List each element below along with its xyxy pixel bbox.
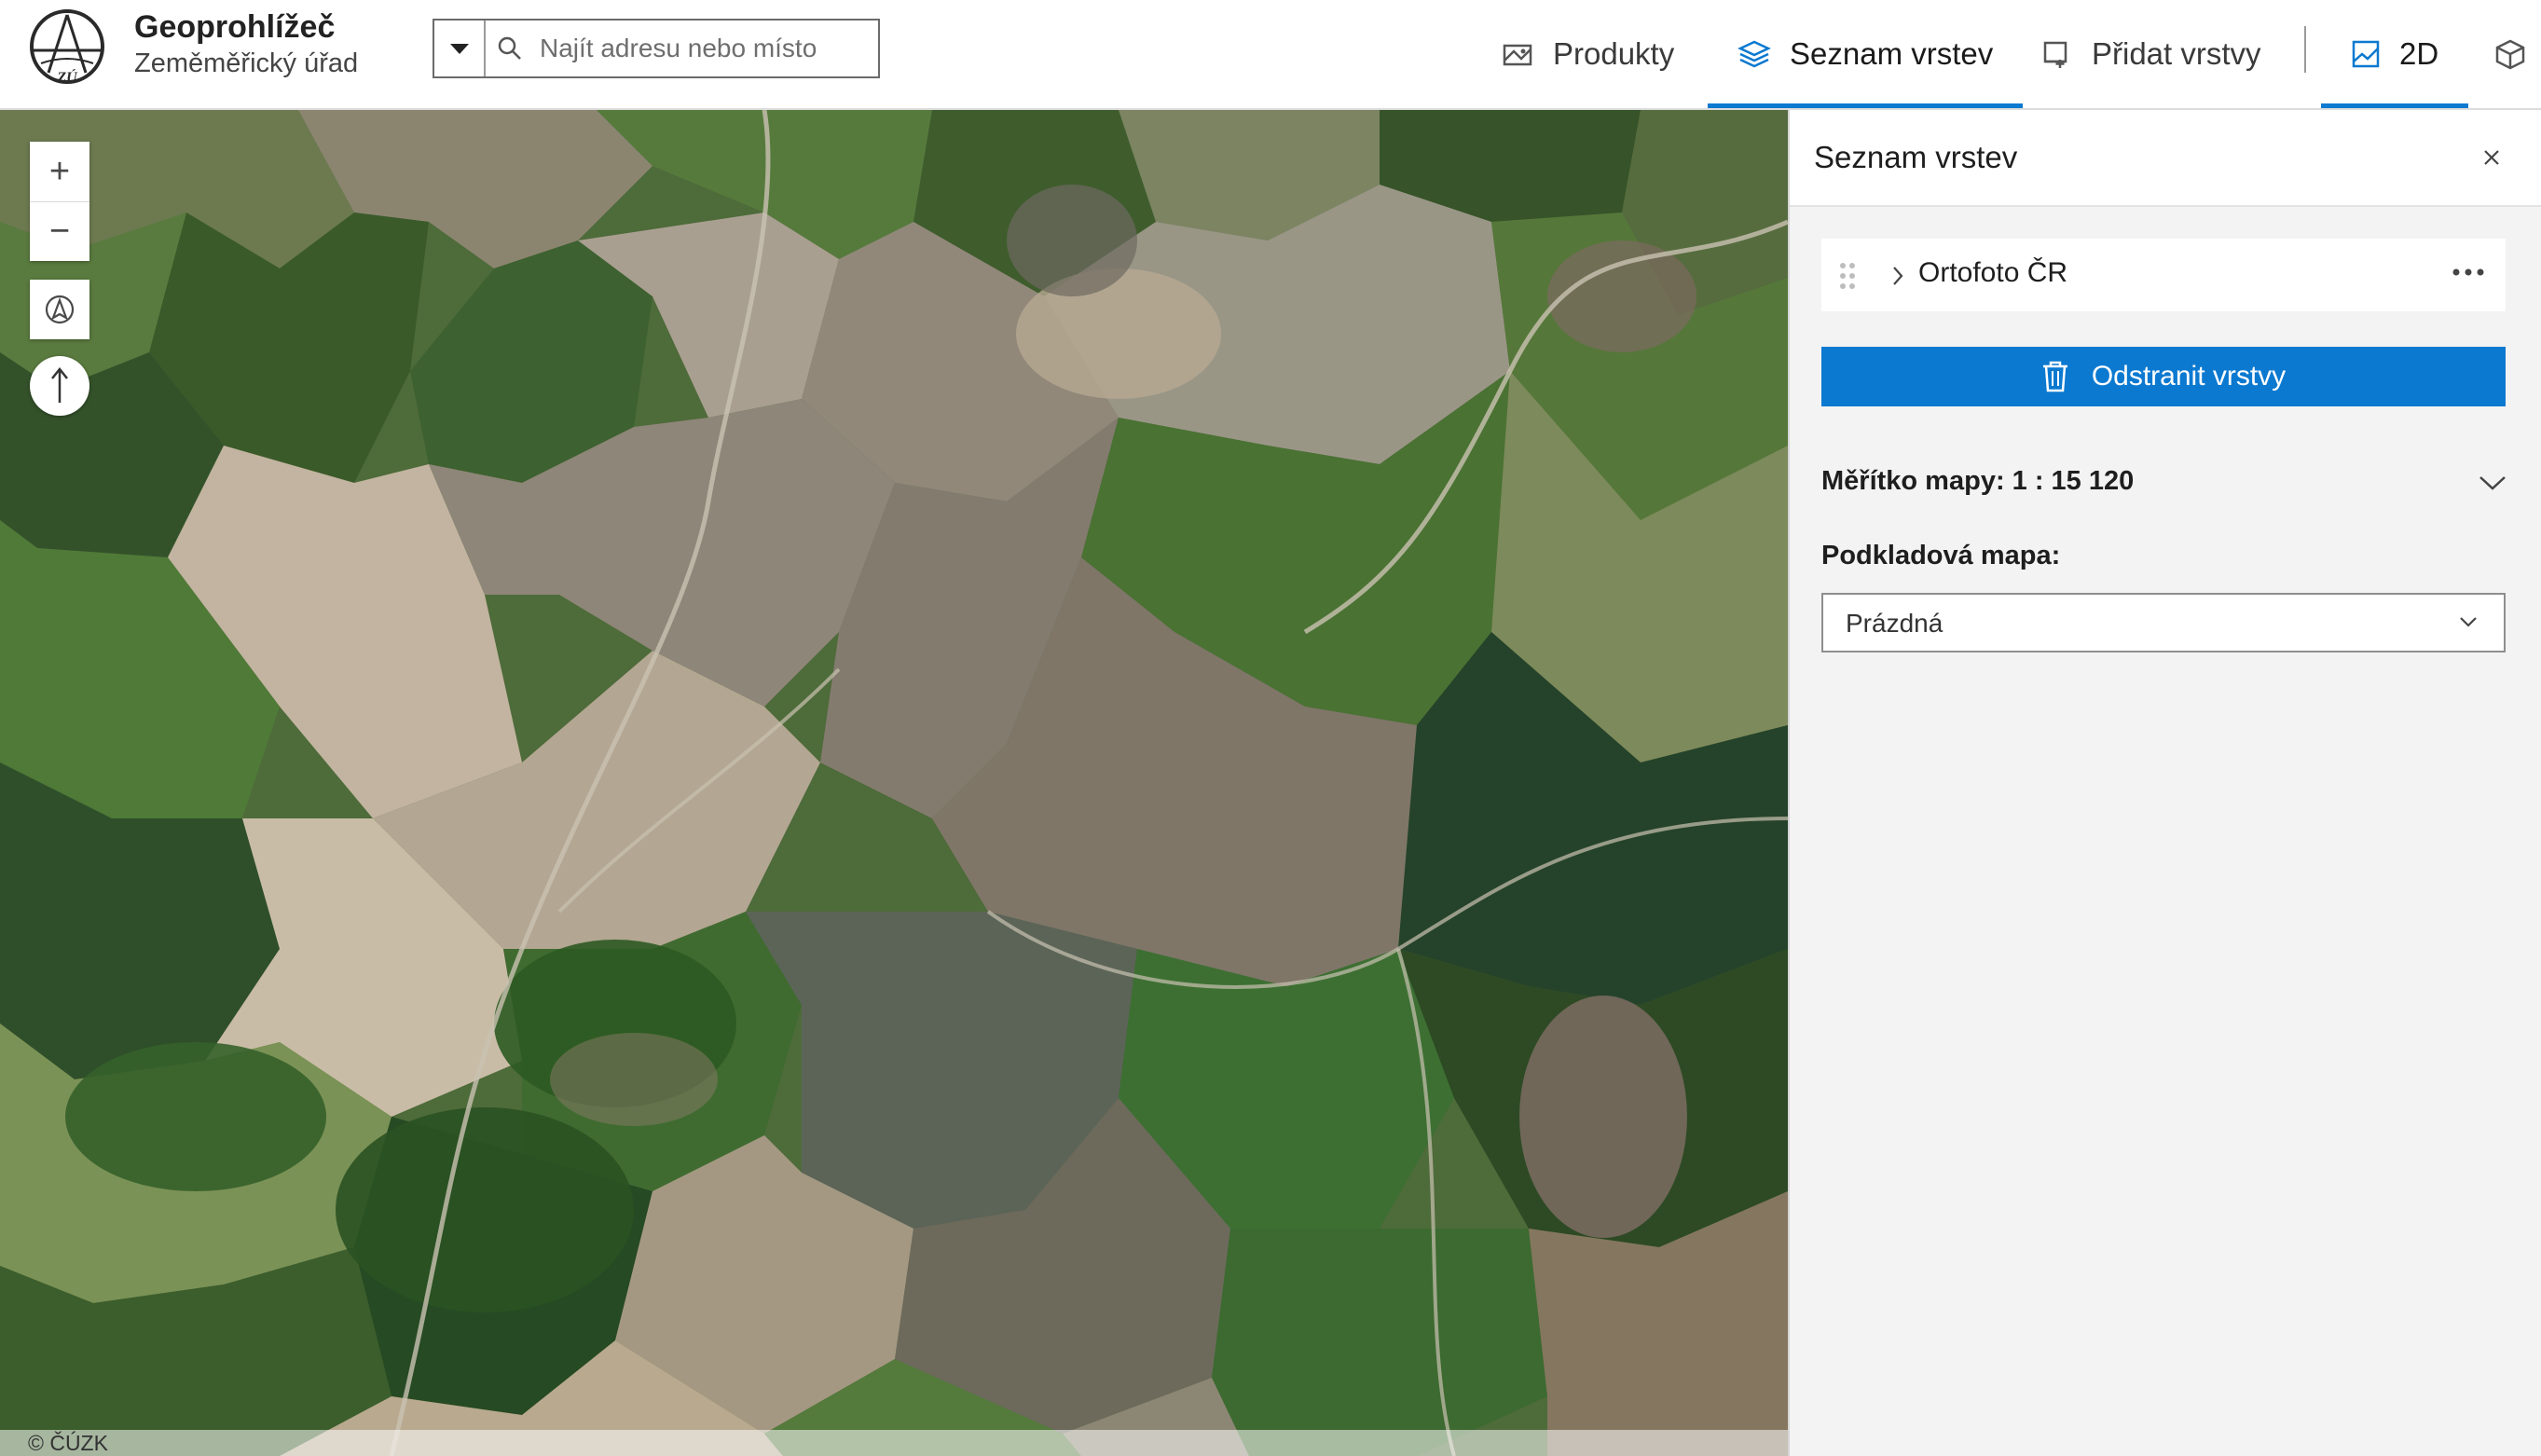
remove-layers-label: Odstranit vrstvy	[2091, 361, 2287, 391]
navigation-icon	[45, 295, 75, 324]
chevron-down-icon	[2459, 615, 2478, 633]
chevron-right-icon[interactable]	[1890, 265, 1905, 292]
nav-3d-toggle[interactable]	[2494, 0, 2541, 108]
nav-label: Seznam vrstev	[1790, 36, 1994, 71]
nav-divider	[2304, 26, 2306, 73]
search-source-dropdown[interactable]	[434, 21, 487, 76]
nav-produkty[interactable]: Produkty	[1503, 0, 1674, 108]
map-icon	[1503, 40, 1534, 68]
layer-item-ortofoto[interactable]: Ortofoto ČR	[1821, 239, 2506, 311]
layer-list-panel: Seznam vrstev Ortofoto ČR Odstranit vrst…	[1788, 110, 2541, 1456]
add-layer-icon	[2041, 39, 2073, 69]
close-icon[interactable]	[2476, 142, 2507, 173]
nav-label: Přidat vrstvy	[2092, 36, 2261, 71]
zoom-controls: + −	[30, 142, 89, 261]
svg-text:ZÚ: ZÚ	[56, 68, 78, 86]
drag-handle-icon[interactable]	[1838, 261, 1857, 295]
map-2d-icon	[2351, 39, 2381, 69]
nav-seznam-vrstev[interactable]: Seznam vrstev	[1708, 0, 2024, 108]
map-view[interactable]: + − © ČÚZK	[0, 110, 1788, 1456]
locate-button[interactable]	[30, 280, 89, 339]
compass-button[interactable]	[30, 356, 89, 416]
active-tab-indicator	[1708, 103, 2024, 108]
nav-label: 2D	[2399, 36, 2439, 71]
chevron-down-icon[interactable]	[2478, 474, 2507, 497]
basemap-label: Podkladová mapa:	[1821, 541, 2061, 570]
map-attribution: © ČÚZK	[0, 1430, 1788, 1456]
map-scale-label: Měřítko mapy: 1 : 15 120	[1821, 466, 2135, 496]
basemap-select[interactable]: Prázdná	[1821, 593, 2506, 652]
remove-layers-button[interactable]: Odstranit vrstvy	[1821, 347, 2506, 406]
north-arrow-icon	[51, 366, 68, 403]
panel-title: Seznam vrstev	[1814, 140, 2018, 174]
zoom-in-button[interactable]: +	[30, 142, 89, 201]
active-tab-indicator	[2321, 103, 2469, 108]
search-input[interactable]	[534, 21, 878, 76]
basemap-selected-value: Prázdná	[1846, 609, 1944, 638]
nav-label: Produkty	[1553, 36, 1675, 71]
nav-pridat-vrstvy[interactable]: Přidat vrstvy	[2041, 0, 2261, 108]
panel-header: Seznam vrstev	[1790, 110, 2541, 207]
orthophoto-map-image	[0, 110, 1788, 1456]
more-options-icon[interactable]	[2452, 265, 2485, 282]
nav-2d-toggle[interactable]: 2D	[2321, 0, 2469, 108]
zu-logo-icon[interactable]: ZÚ	[28, 7, 106, 86]
trash-icon	[2041, 361, 2069, 392]
caret-down-icon	[449, 43, 469, 54]
cube-3d-icon	[2494, 38, 2526, 70]
app-title: Geoprohlížeč	[134, 9, 336, 45]
search-box	[433, 19, 880, 78]
zoom-out-button[interactable]: −	[30, 201, 89, 261]
layer-label: Ortofoto ČR	[1918, 257, 2068, 288]
layers-icon	[1737, 39, 1771, 69]
app-subtitle: Zeměměřický úřad	[134, 48, 359, 78]
search-icon	[486, 21, 534, 76]
app-header: ZÚ Geoprohlížeč Zeměměřický úřad Produkt…	[0, 0, 2541, 110]
